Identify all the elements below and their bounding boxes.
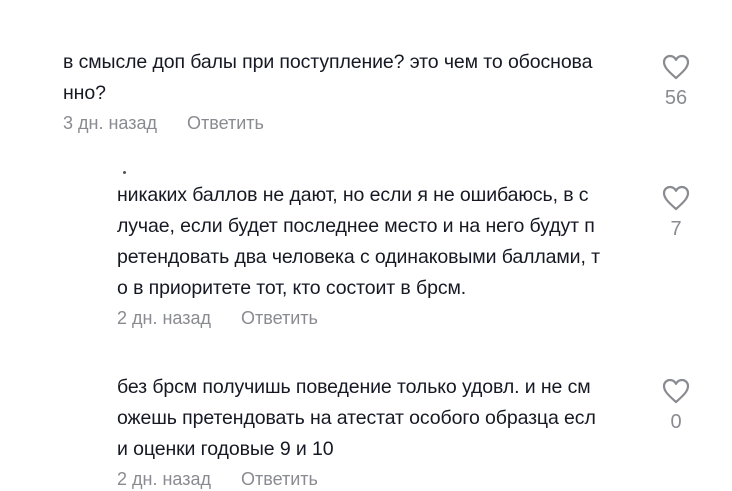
comment-meta: 2 дн. назад Ответить [117,467,647,491]
heart-outline-icon [662,54,690,80]
comment-3: без брсм получишь поведение только удовл… [117,372,647,491]
comment-1: в смысле доп балы при поступление? это ч… [63,47,643,135]
divider-dot [123,171,126,174]
comment-2: никаких баллов не дают, но если я не оши… [117,180,647,330]
like-count: 7 [670,218,682,240]
like-button[interactable]: 56 [656,54,696,110]
comment-timestamp: 3 дн. назад [63,113,157,133]
comment-timestamp: 2 дн. назад [117,308,211,328]
reply-button[interactable]: Ответить [241,308,318,328]
like-count: 0 [670,411,682,433]
comment-meta: 2 дн. назад Ответить [117,306,647,330]
like-count: 56 [664,87,688,109]
heart-outline-icon [662,378,690,404]
reply-button[interactable]: Ответить [241,469,318,489]
comment-text: без брсм получишь поведение только удовл… [117,376,596,460]
heart-outline-icon [662,185,690,211]
comment-text: в смысле доп балы при поступление? это ч… [63,51,593,104]
reply-button[interactable]: Ответить [187,113,264,133]
like-button[interactable]: 7 [656,185,696,241]
comment-meta: 3 дн. назад Ответить [63,111,643,135]
comment-text: никаких баллов не дают, но если я не оши… [117,184,600,299]
like-button[interactable]: 0 [656,378,696,434]
comment-timestamp: 2 дн. назад [117,469,211,489]
